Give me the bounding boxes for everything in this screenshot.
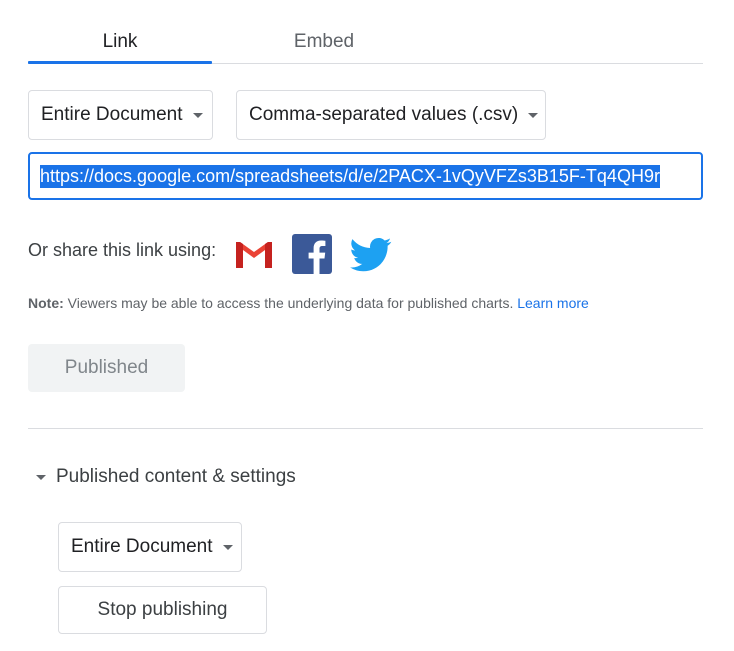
chevron-down-icon	[528, 112, 539, 118]
published-settings-toggle[interactable]: Published content & settings	[36, 466, 296, 488]
note-text: Note: Viewers may be able to access the …	[28, 295, 589, 311]
share-label: Or share this link using:	[28, 240, 217, 260]
chevron-down-icon	[192, 112, 203, 118]
tab-link[interactable]: Link	[28, 22, 212, 62]
published-url-text: https://docs.google.com/spreadsheets/d/e…	[40, 164, 660, 188]
tab-embed[interactable]: Embed	[232, 22, 416, 62]
caret-down-icon	[36, 474, 46, 480]
divider	[28, 428, 703, 429]
published-button: Published	[28, 344, 185, 392]
format-dropdown[interactable]: Comma-separated values (.csv)	[236, 90, 546, 140]
scope-dropdown[interactable]: Entire Document	[28, 90, 213, 140]
facebook-icon[interactable]	[292, 234, 332, 274]
stop-publishing-button[interactable]: Stop publishing	[58, 586, 267, 634]
gmail-icon[interactable]	[233, 238, 275, 270]
note-body: Viewers may be able to access the underl…	[63, 295, 518, 311]
format-dropdown-value: Comma-separated values (.csv)	[249, 104, 519, 125]
note-prefix: Note:	[28, 295, 64, 311]
tab-bar: Link Embed	[28, 22, 703, 64]
active-tab-indicator	[28, 61, 212, 64]
twitter-icon[interactable]	[350, 237, 392, 273]
chevron-down-icon	[222, 544, 233, 550]
published-settings-label: Published content & settings	[56, 466, 296, 487]
published-url-field[interactable]: https://docs.google.com/spreadsheets/d/e…	[28, 152, 703, 200]
scope-dropdown-value: Entire Document	[41, 104, 183, 125]
published-scope-value: Entire Document	[71, 536, 213, 557]
learn-more-link[interactable]: Learn more	[517, 295, 589, 311]
published-scope-dropdown[interactable]: Entire Document	[58, 522, 242, 572]
